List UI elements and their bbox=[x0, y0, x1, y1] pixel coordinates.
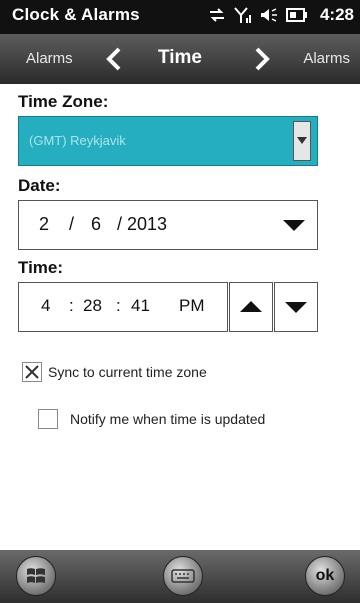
time-picker[interactable]: 4 : 28 : 41 PM bbox=[18, 282, 228, 332]
sync-timezone-label[interactable]: Sync to current time zone bbox=[48, 364, 207, 380]
signal-icon[interactable] bbox=[234, 6, 252, 24]
volume-icon[interactable] bbox=[260, 7, 278, 23]
timezone-scrollbar[interactable] bbox=[293, 121, 311, 161]
date-separator: / bbox=[69, 214, 75, 234]
time-decrement-button[interactable] bbox=[274, 282, 318, 332]
data-transfer-icon[interactable] bbox=[208, 7, 226, 23]
date-label: Date: bbox=[18, 176, 61, 195]
date-day[interactable]: 6 bbox=[91, 214, 101, 235]
windows-start-icon bbox=[27, 568, 45, 583]
tab-nav-bar: Alarms Time Alarms bbox=[0, 34, 360, 84]
nav-next-label[interactable]: Alarms bbox=[303, 50, 350, 67]
time-separator: : bbox=[116, 296, 121, 315]
arrow-up-icon bbox=[240, 301, 262, 312]
chevron-right-icon[interactable] bbox=[250, 46, 274, 72]
bottom-command-bar: ok bbox=[0, 550, 360, 603]
notify-update-label[interactable]: Notify me when time is updated bbox=[70, 411, 265, 427]
time-ampm[interactable]: PM bbox=[179, 296, 205, 316]
sync-timezone-checkbox[interactable] bbox=[22, 362, 42, 382]
time-minute[interactable]: 28 bbox=[83, 296, 102, 316]
date-dropdown-button[interactable] bbox=[271, 201, 317, 249]
chevron-down-icon bbox=[297, 137, 307, 144]
keyboard-icon bbox=[171, 569, 195, 583]
time-hour[interactable]: 4 bbox=[41, 296, 50, 316]
status-icons: 4:28 bbox=[208, 5, 354, 25]
screen: Clock & Alarms 4:28 Alarms Time Alarms T… bbox=[0, 0, 360, 603]
date-month[interactable]: 2 bbox=[39, 214, 49, 235]
arrow-down-icon bbox=[285, 302, 307, 313]
ok-label: ok bbox=[315, 567, 335, 584]
date-separator: / bbox=[117, 214, 123, 234]
dropdown-arrow-icon bbox=[283, 220, 305, 231]
date-picker[interactable]: 2 / 6 / 2013 bbox=[18, 200, 318, 250]
timezone-label: Time Zone: bbox=[18, 92, 109, 111]
timezone-select[interactable]: (GMT) Reykjavik bbox=[18, 116, 318, 166]
keyboard-button[interactable] bbox=[163, 556, 203, 596]
checkmark-x-icon bbox=[25, 365, 39, 379]
app-title: Clock & Alarms bbox=[12, 5, 140, 24]
clock-time[interactable]: 4:28 bbox=[320, 5, 354, 25]
ok-button[interactable]: ok bbox=[305, 556, 345, 596]
time-separator: : bbox=[69, 296, 74, 315]
start-button[interactable] bbox=[16, 556, 56, 596]
time-label: Time: bbox=[18, 258, 64, 277]
notify-update-checkbox[interactable] bbox=[38, 409, 58, 429]
date-year[interactable]: 2013 bbox=[127, 214, 167, 235]
battery-icon[interactable] bbox=[285, 8, 308, 22]
timezone-value: (GMT) Reykjavik bbox=[29, 133, 126, 148]
status-bar: Clock & Alarms 4:28 bbox=[0, 0, 360, 34]
time-second[interactable]: 41 bbox=[131, 296, 150, 316]
time-increment-button[interactable] bbox=[229, 282, 273, 332]
